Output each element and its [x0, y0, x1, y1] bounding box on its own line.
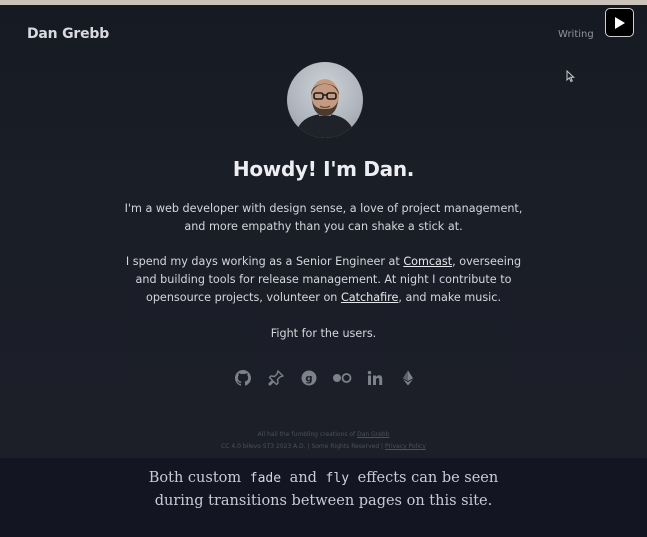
ethereum-icon[interactable]: [397, 367, 419, 389]
mouse-cursor-icon: [566, 68, 575, 87]
video-frame: Dan Grebb Writing Howdy! I'm Dan. I'm a …: [0, 5, 647, 458]
caption-text: and: [289, 470, 317, 486]
work-text: , overseeing: [452, 255, 522, 268]
caption-code-fade: fade: [249, 471, 282, 486]
work-paragraph: I spend my days working as a Senior Engi…: [0, 253, 647, 307]
caption-text: effects can be seen: [357, 470, 499, 486]
caption-text: Both custom: [148, 470, 242, 486]
footer-text: CC 4.0 bilevo ST3 2023 A.D. | Some Right…: [221, 443, 385, 450]
intro-paragraph: I'm a web developer with design sense, a…: [0, 200, 647, 236]
work-line: and building tools for release managemen…: [135, 273, 512, 286]
footer-author-link[interactable]: Dan Grebb: [357, 431, 389, 438]
work-line: opensource projects, volunteer on Catcha…: [0, 289, 647, 307]
intro-line: I'm a web developer with design sense, a…: [124, 202, 523, 215]
play-icon: [614, 16, 625, 29]
footer-text: All hail the fumbling creations of: [257, 431, 358, 438]
flickr-icon[interactable]: [331, 367, 353, 389]
footer-line: All hail the fumbling creations of Dan G…: [0, 431, 647, 438]
github-icon[interactable]: [232, 367, 254, 389]
caption-code-fly: fly: [325, 471, 350, 486]
catchafire-link[interactable]: Catchafire: [341, 291, 398, 304]
work-text: opensource projects, volunteer on: [145, 291, 341, 304]
privacy-policy-link[interactable]: Privacy Policy: [385, 443, 426, 450]
footer-line: CC 4.0 bilevo ST3 2023 A.D. | Some Right…: [0, 443, 647, 450]
work-line: I spend my days working as a Senior Engi…: [0, 253, 647, 271]
social-links: g: [232, 367, 430, 389]
comcast-link[interactable]: Comcast: [403, 255, 452, 268]
motto: Fight for the users.: [270, 327, 377, 340]
work-text: I spend my days working as a Senior Engi…: [125, 255, 404, 268]
work-text: , and make music.: [398, 291, 501, 304]
caption-line: Both custom fade and fly effects can be …: [0, 467, 647, 490]
pin-icon[interactable]: [265, 367, 287, 389]
linkedin-icon[interactable]: [364, 367, 386, 389]
page-headline: Howdy! I'm Dan.: [232, 157, 415, 181]
svg-text:g: g: [305, 374, 312, 385]
caption-line: during transitions between pages on this…: [154, 493, 493, 509]
avatar: [287, 62, 363, 138]
site-brand[interactable]: Dan Grebb: [27, 26, 109, 42]
caption: Both custom fade and fly effects can be …: [0, 458, 647, 537]
intro-line: and more empathy than you can shake a st…: [184, 220, 463, 233]
goodreads-icon[interactable]: g: [298, 367, 320, 389]
nav-writing-link[interactable]: Writing: [558, 29, 594, 40]
play-button[interactable]: [605, 8, 634, 37]
